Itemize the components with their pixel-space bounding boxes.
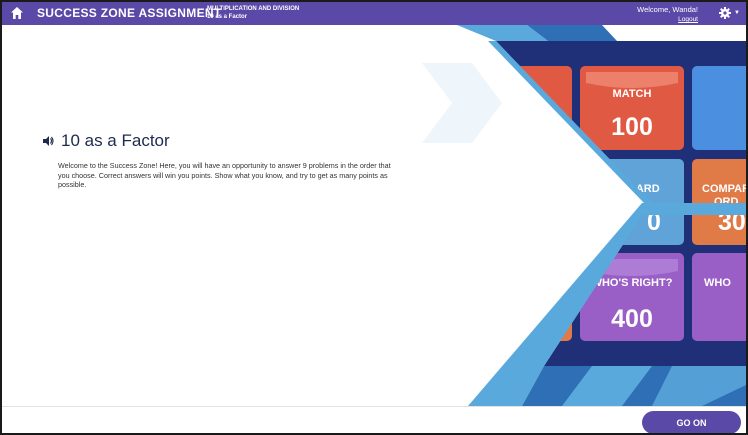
tile-who [692,253,746,341]
tile-match-label: MATCH [613,88,652,100]
tile-who-label: WHO [704,277,731,289]
intro-text: Welcome to the Success Zone! Here, you w… [58,161,391,189]
lesson-title: 10 as a Factor [61,131,170,150]
speaker-icon[interactable] [42,135,54,147]
hero-artwork: H MATCH 100 O CARD 0 COMPAR ORD 30 WHO'S… [422,25,746,406]
tile-compare-label: COMPAR [702,183,746,195]
welcome-text: Welcome, Wanda! [637,5,698,14]
app-window: SUCCESS ZONE ASSIGNMENT MULTIPLICATION A… [0,0,748,435]
breadcrumb: MULTIPLICATION AND DIVISION 10 as a Fact… [207,5,299,21]
main-content: H MATCH 100 O CARD 0 COMPAR ORD 30 WHO'S… [2,25,746,406]
app-title: SUCCESS ZONE ASSIGNMENT [37,6,222,20]
lesson-intro: 10 as a Factor Welcome to the Success Zo… [42,131,392,190]
gear-icon[interactable] [719,7,731,19]
tile-1-label: H [523,88,531,100]
go-on-button[interactable]: GO ON [642,411,741,433]
tile-top-right [692,66,746,150]
divider-stripe [642,203,746,215]
bg-chevron-left [422,63,502,143]
breadcrumb-lesson: 10 as a Factor [207,14,248,20]
top-bar: SUCCESS ZONE ASSIGNMENT MULTIPLICATION A… [2,2,746,25]
user-menu: Welcome, Wanda! Logout [637,5,698,25]
breadcrumb-section: MULTIPLICATION AND DIVISION [207,6,300,12]
tile-match-points: 100 [611,113,653,141]
tile-whos-right-points: 400 [611,305,653,333]
footer-bar: GO ON [2,406,746,433]
logout-link[interactable]: Logout [637,15,698,25]
chevron-down-icon[interactable]: ▼ [734,10,740,16]
tile-card [542,159,684,245]
home-icon[interactable] [10,6,24,20]
tile-whos-right-label: WHO'S RIGHT? [592,277,673,289]
lesson-header: 10 as a Factor [42,131,392,151]
